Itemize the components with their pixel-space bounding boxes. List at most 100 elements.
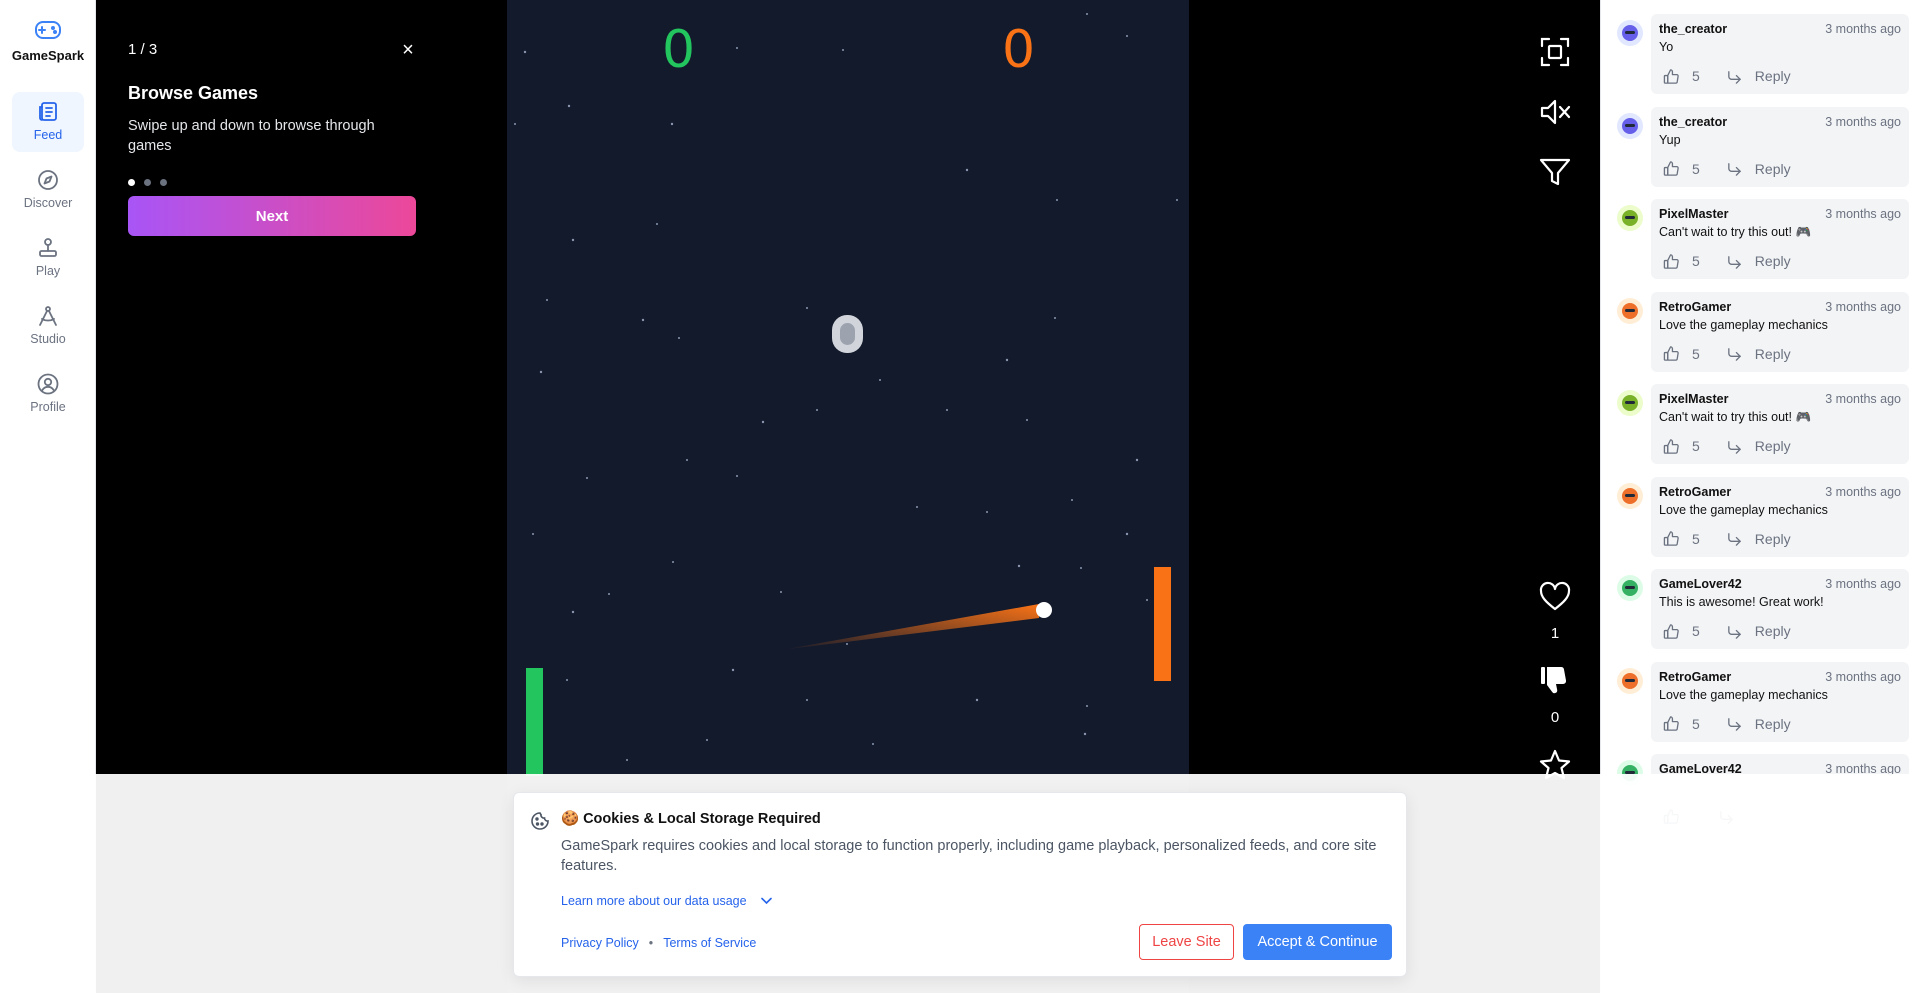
comment-item: PixelMaster 3 months ago Can't wait to try… <box>1601 199 1920 285</box>
comment-like-count: 5 <box>1692 68 1700 84</box>
comment-like-button[interactable]: 5 <box>1663 253 1700 270</box>
comment-text: Love the gameplay mechanics <box>1659 317 1828 332</box>
comment-item: RetroGamer 3 months ago Love the gameplay … <box>1601 661 1920 748</box>
comment-item: RetroGamer 3 months ago Love the gameplay … <box>1601 291 1920 378</box>
comment-username[interactable]: GameLover42 <box>1659 577 1742 591</box>
comment-reply-button[interactable]: Reply <box>1726 253 1791 270</box>
comment-actions: 5 Reply <box>1659 64 1791 88</box>
brand-logo[interactable]: GameSpark <box>0 18 96 63</box>
nav-discover-label: Discover <box>23 196 73 210</box>
progress-dot-active <box>128 179 135 186</box>
nav-feed[interactable]: Feed <box>12 92 84 152</box>
comment-timestamp: 3 months ago <box>1825 22 1901 36</box>
terms-of-service-link[interactable]: Terms of Service <box>663 936 756 950</box>
comment-reply-button[interactable]: Reply <box>1726 530 1791 547</box>
avatar[interactable] <box>1617 667 1643 694</box>
comment-reply-button[interactable]: Reply <box>1726 345 1791 362</box>
comment-username[interactable]: PixelMaster <box>1659 392 1728 406</box>
reply-arrow-icon <box>1727 625 1741 639</box>
nav-play[interactable]: Play <box>12 228 84 288</box>
leave-site-button[interactable]: Leave Site <box>1139 924 1234 960</box>
avatar[interactable] <box>1617 20 1643 46</box>
reply-arrow-icon <box>1727 70 1741 84</box>
fullscreen-button[interactable] <box>1531 35 1579 69</box>
like-count: 1 <box>1550 625 1560 642</box>
thumbs-up-icon <box>1663 68 1679 84</box>
avatar[interactable] <box>1617 575 1643 601</box>
brand-name: GameSpark <box>11 48 85 63</box>
comment-reply-button[interactable]: Reply <box>1726 623 1791 640</box>
comment-reply-button[interactable]: Reply <box>1726 160 1791 177</box>
comment-like-button[interactable]: 5 <box>1663 715 1700 732</box>
nav-discover[interactable]: Discover <box>12 160 84 220</box>
avatar[interactable] <box>1617 297 1643 324</box>
avatar[interactable] <box>1617 482 1643 509</box>
comment-like-button[interactable]: 5 <box>1663 160 1700 177</box>
avatar-face-icon <box>1622 302 1638 319</box>
comment-card: PixelMaster 3 months ago Can't wait to try… <box>1651 199 1909 279</box>
legal-links: Privacy Policy • Terms of Service <box>561 936 756 950</box>
reply-arrow-icon <box>1727 348 1741 361</box>
comment-reply-button[interactable]: Reply <box>1726 438 1791 455</box>
nav-studio-label: Studio <box>30 332 66 346</box>
comment-username[interactable]: RetroGamer <box>1659 670 1731 684</box>
nav-studio[interactable]: Studio <box>12 296 84 356</box>
comment-username[interactable]: PixelMaster <box>1659 207 1728 221</box>
compass-icon <box>38 170 58 190</box>
comment-actions: 5 Reply <box>1659 249 1791 273</box>
comment-timestamp: 3 months ago <box>1825 114 1901 129</box>
comment-like-count: 5 <box>1692 438 1700 454</box>
user-circle-icon <box>37 373 59 395</box>
avatar[interactable] <box>1617 205 1643 231</box>
comment-reply-label: Reply <box>1754 623 1791 639</box>
tutorial-description: Swipe up and down to browse through game… <box>128 118 375 154</box>
comment-text: This is awesome! Great work! <box>1659 595 1824 609</box>
mute-button[interactable] <box>1531 95 1579 129</box>
cookie-consent-dialog: 🍪 Cookies & Local Storage Required GameS… <box>513 792 1407 977</box>
dislike-button[interactable] <box>1531 663 1579 697</box>
tutorial-close-button[interactable]: × <box>396 38 420 62</box>
comment-card: RetroGamer 3 months ago Love the gameplay … <box>1651 291 1909 372</box>
thumbs-up-icon <box>1663 716 1679 731</box>
like-button[interactable] <box>1531 580 1579 614</box>
tutorial-next-button[interactable]: Next <box>128 196 416 236</box>
cookie-title: 🍪 Cookies & Local Storage Required <box>561 811 821 827</box>
tutorial-title: Browse Games <box>128 83 259 103</box>
filter-button[interactable] <box>1531 155 1579 189</box>
comment-like-button[interactable]: 5 <box>1663 345 1700 362</box>
link-separator: • <box>648 936 654 950</box>
comment-timestamp: 3 months ago <box>1825 299 1901 314</box>
avatar-face-icon <box>1622 395 1638 411</box>
learn-more-toggle[interactable]: Learn more about our data usage <box>561 894 772 908</box>
avatar[interactable] <box>1617 390 1643 416</box>
comment-like-button[interactable]: 5 <box>1663 530 1700 547</box>
progress-dot <box>160 179 167 186</box>
comment-username[interactable]: the_creator <box>1659 115 1727 129</box>
comment-reply-button[interactable]: Reply <box>1726 68 1791 85</box>
progress-dot <box>144 179 151 186</box>
comment-actions: 5 Reply <box>1659 342 1791 366</box>
comment-username[interactable]: the_creator <box>1659 22 1727 36</box>
comment-username[interactable]: RetroGamer <box>1659 300 1731 314</box>
avatar-face-icon <box>1622 580 1638 596</box>
comment-like-button[interactable]: 5 <box>1663 623 1700 640</box>
comment-like-button[interactable]: 5 <box>1663 68 1700 85</box>
comment-actions: 5 Reply <box>1659 527 1791 551</box>
comment-reply-button[interactable]: Reply <box>1726 715 1791 732</box>
comment-like-button[interactable]: 5 <box>1663 438 1700 455</box>
privacy-policy-link[interactable]: Privacy Policy <box>561 936 639 950</box>
avatar[interactable] <box>1617 112 1643 139</box>
comment-like-count: 5 <box>1692 623 1700 639</box>
comment-reply-label: Reply <box>1754 438 1791 454</box>
accept-continue-button[interactable]: Accept & Continue <box>1243 924 1392 960</box>
comment-card: RetroGamer 3 months ago Love the gameplay … <box>1651 661 1909 742</box>
thumbs-up-icon <box>1663 253 1679 269</box>
comment-actions: 5 Reply <box>1659 157 1791 181</box>
nav-profile[interactable]: Profile <box>12 364 84 424</box>
comment-reply-label: Reply <box>1754 715 1791 732</box>
comment-text: Yo <box>1659 40 1674 54</box>
comment-username[interactable]: RetroGamer <box>1659 485 1731 499</box>
right-paddle <box>1154 567 1171 681</box>
tutorial-panel: 1 / 3 × Browse Games Swipe up and down t… <box>96 0 506 260</box>
comment-timestamp: 3 months ago <box>1825 577 1901 591</box>
